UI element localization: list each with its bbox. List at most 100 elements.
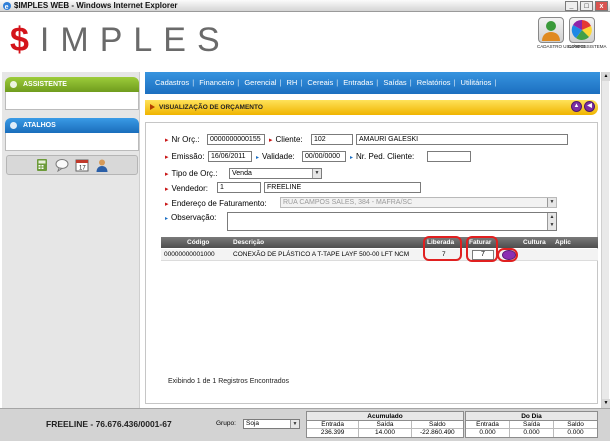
grupo-label: Grupo: <box>216 420 236 427</box>
endereco-label: ▸ Endereço de Faturamento: <box>165 199 267 208</box>
chevron-down-icon: ▼ <box>547 198 556 207</box>
endereco-select[interactable]: RUA CAMPOS SALES, 384 - MAFRA/SC ▼ <box>280 197 557 208</box>
nr-ped-label: ▸ Nr. Ped. Cliente: <box>350 152 415 161</box>
color-wheel-icon <box>571 19 592 40</box>
required-marker-icon: ▸ <box>165 137 169 144</box>
dodia-col-saida: Saída <box>510 421 554 428</box>
assistente-icon <box>10 81 17 88</box>
acumulado-col-entrada: Entrada <box>307 421 360 428</box>
atalhos-icon <box>10 122 17 129</box>
cliente-label: ▸ Cliente: <box>269 135 303 144</box>
nr-ped-input[interactable] <box>427 151 471 162</box>
view-button-highlight <box>497 248 518 262</box>
cell-descricao: CONEXÃO DE PLÁSTICO A T-TAPE LAYF 500-00… <box>233 251 410 258</box>
page-scrollbar[interactable]: ▲ ▼ <box>601 72 610 408</box>
left-panel: ASSISTENTE ATALHOS <box>2 72 140 408</box>
dodia-col-entrada: Entrada <box>466 421 510 428</box>
acumulado-table: Acumulado Entrada Saída Saldo 236.399 14… <box>306 411 464 438</box>
observacao-label: ▸ Observação: <box>165 213 217 222</box>
close-button[interactable]: x <box>595 1 608 11</box>
menu-item-gerencial[interactable]: Gerencial <box>244 78 276 87</box>
config-sistema-button[interactable]: CONFIG SISTEMA <box>568 17 607 57</box>
maximize-button[interactable]: □ <box>580 1 593 11</box>
menu-item-financeiro[interactable]: Financeiro <box>199 78 234 87</box>
dodia-title: Do Dia <box>466 412 597 421</box>
items-table: Código Descrição Liberada Faturar Cultur… <box>161 237 598 377</box>
scroll-up-icon[interactable]: ▲ <box>602 72 610 81</box>
liberada-highlight <box>423 236 462 261</box>
window-titlebar: e $IMPLES WEB - Windows Internet Explore… <box>0 0 610 12</box>
cliente-code-input[interactable]: 102 <box>311 134 353 145</box>
col-descricao[interactable]: Descrição <box>233 237 264 248</box>
chevron-down-icon: ▼ <box>312 169 321 178</box>
window-controls: _ □ x <box>565 0 608 12</box>
menu-item-utilitarios[interactable]: Utilitários <box>461 78 492 87</box>
col-cultura[interactable]: Cultura <box>523 237 546 248</box>
vendedor-label: ▸ Vendedor: <box>165 184 208 193</box>
svg-text:e: e <box>5 4 9 11</box>
menu-item-cadastros[interactable]: Cadastros <box>155 78 189 87</box>
menu-item-rh[interactable]: RH <box>286 78 297 87</box>
back-button[interactable]: ◀ <box>584 101 595 112</box>
brand-logo: $IMPLES <box>10 21 231 59</box>
chevron-down-icon: ▼ <box>290 420 299 428</box>
cliente-name-input[interactable]: AMAURI GALESKI <box>356 134 568 145</box>
validade-input[interactable]: 00/00/0000 <box>302 151 346 162</box>
menu-item-saidas[interactable]: Saídas <box>383 78 406 87</box>
chat-icon[interactable] <box>55 158 69 173</box>
records-count: Exibindo 1 de 1 Registros Encontrados <box>168 378 290 385</box>
faturar-highlight <box>466 236 498 262</box>
emissao-input[interactable]: 16/06/2011 <box>208 151 252 162</box>
person-icon[interactable] <box>95 158 109 172</box>
cadastro-usuarios-button[interactable]: CADASTRO USUÁRIOS <box>537 17 587 57</box>
required-marker-icon: ▸ <box>165 171 169 178</box>
window-title: $IMPLES WEB - Windows Internet Explorer <box>14 1 178 10</box>
main-menu: Cadastros | Financeiro | Gerencial | RH | Ce… <box>145 72 600 94</box>
required-marker-icon: ▸ <box>269 137 273 144</box>
prev-record-button[interactable]: ▲ <box>571 101 582 112</box>
menu-item-cereais[interactable]: Cereais <box>307 78 333 87</box>
tipo-orc-label: ▸ Tipo de Orç.: <box>165 169 218 178</box>
menu-item-relatorios[interactable]: Relatórios <box>417 78 451 87</box>
dodia-table: Do Dia Entrada Saída Saldo 0.000 0.000 0… <box>465 411 598 438</box>
vendedor-code-input[interactable]: 1 <box>217 182 261 193</box>
quick-icons-bar: 17 <box>6 155 138 175</box>
emissao-label: ▸ Emissão: <box>165 152 205 161</box>
calendar-icon[interactable]: 17 <box>75 158 89 172</box>
table-row[interactable]: 00000000001000 CONEXÃO DE PLÁSTICO A T-T… <box>161 249 598 261</box>
scroll-down-icon[interactable]: ▼ <box>602 399 610 408</box>
atalhos-header[interactable]: ATALHOS <box>5 118 139 133</box>
optional-marker-icon: ▸ <box>256 155 260 161</box>
atalhos-label: ATALHOS <box>23 122 56 129</box>
nr-orc-input[interactable]: 0000000000155 <box>207 134 265 145</box>
table-header: Código Descrição Liberada Faturar Cultur… <box>161 237 598 248</box>
tipo-orc-select[interactable]: Venda ▼ <box>229 168 322 179</box>
minimize-button[interactable]: _ <box>565 1 578 11</box>
optional-marker-icon: ▸ <box>350 155 354 161</box>
section-header: VISUALIZAÇÃO DE ORÇAMENTO ▲ ◀ <box>145 100 598 115</box>
section-title: VISUALIZAÇÃO DE ORÇAMENTO <box>159 104 263 111</box>
menu-item-entradas[interactable]: Entradas <box>343 78 373 87</box>
vendedor-name-input[interactable]: FREELINE <box>264 182 421 193</box>
calculator-icon[interactable] <box>35 158 49 172</box>
required-marker-icon: ▸ <box>165 201 169 208</box>
required-marker-icon: ▸ <box>165 186 169 193</box>
acumulado-title: Acumulado <box>307 412 463 421</box>
col-codigo[interactable]: Código <box>187 237 209 248</box>
assistente-header[interactable]: ASSISTENTE <box>5 77 139 92</box>
observacao-textarea[interactable]: ▲ ▼ <box>227 212 557 231</box>
validade-label: ▸ Validade: <box>256 152 295 161</box>
company-info: FREELINE - 76.676.436/0001-67 <box>46 419 172 429</box>
assistente-label: ASSISTENTE <box>23 81 67 88</box>
optional-marker-icon: ▸ <box>165 216 169 222</box>
acumulado-col-saldo: Saldo <box>429 421 446 428</box>
grupo-select[interactable]: Soja ▼ <box>243 419 300 429</box>
arrow-right-icon <box>150 104 155 110</box>
textarea-scroll-icon[interactable]: ▲ ▼ <box>547 213 556 230</box>
user-icon <box>542 21 560 41</box>
svg-text:17: 17 <box>79 166 86 172</box>
atalhos-body <box>5 133 139 151</box>
col-aplic[interactable]: Aplic <box>555 237 571 248</box>
dodia-col-saldo: Saldo <box>567 421 584 428</box>
required-marker-icon: ▸ <box>165 154 169 161</box>
